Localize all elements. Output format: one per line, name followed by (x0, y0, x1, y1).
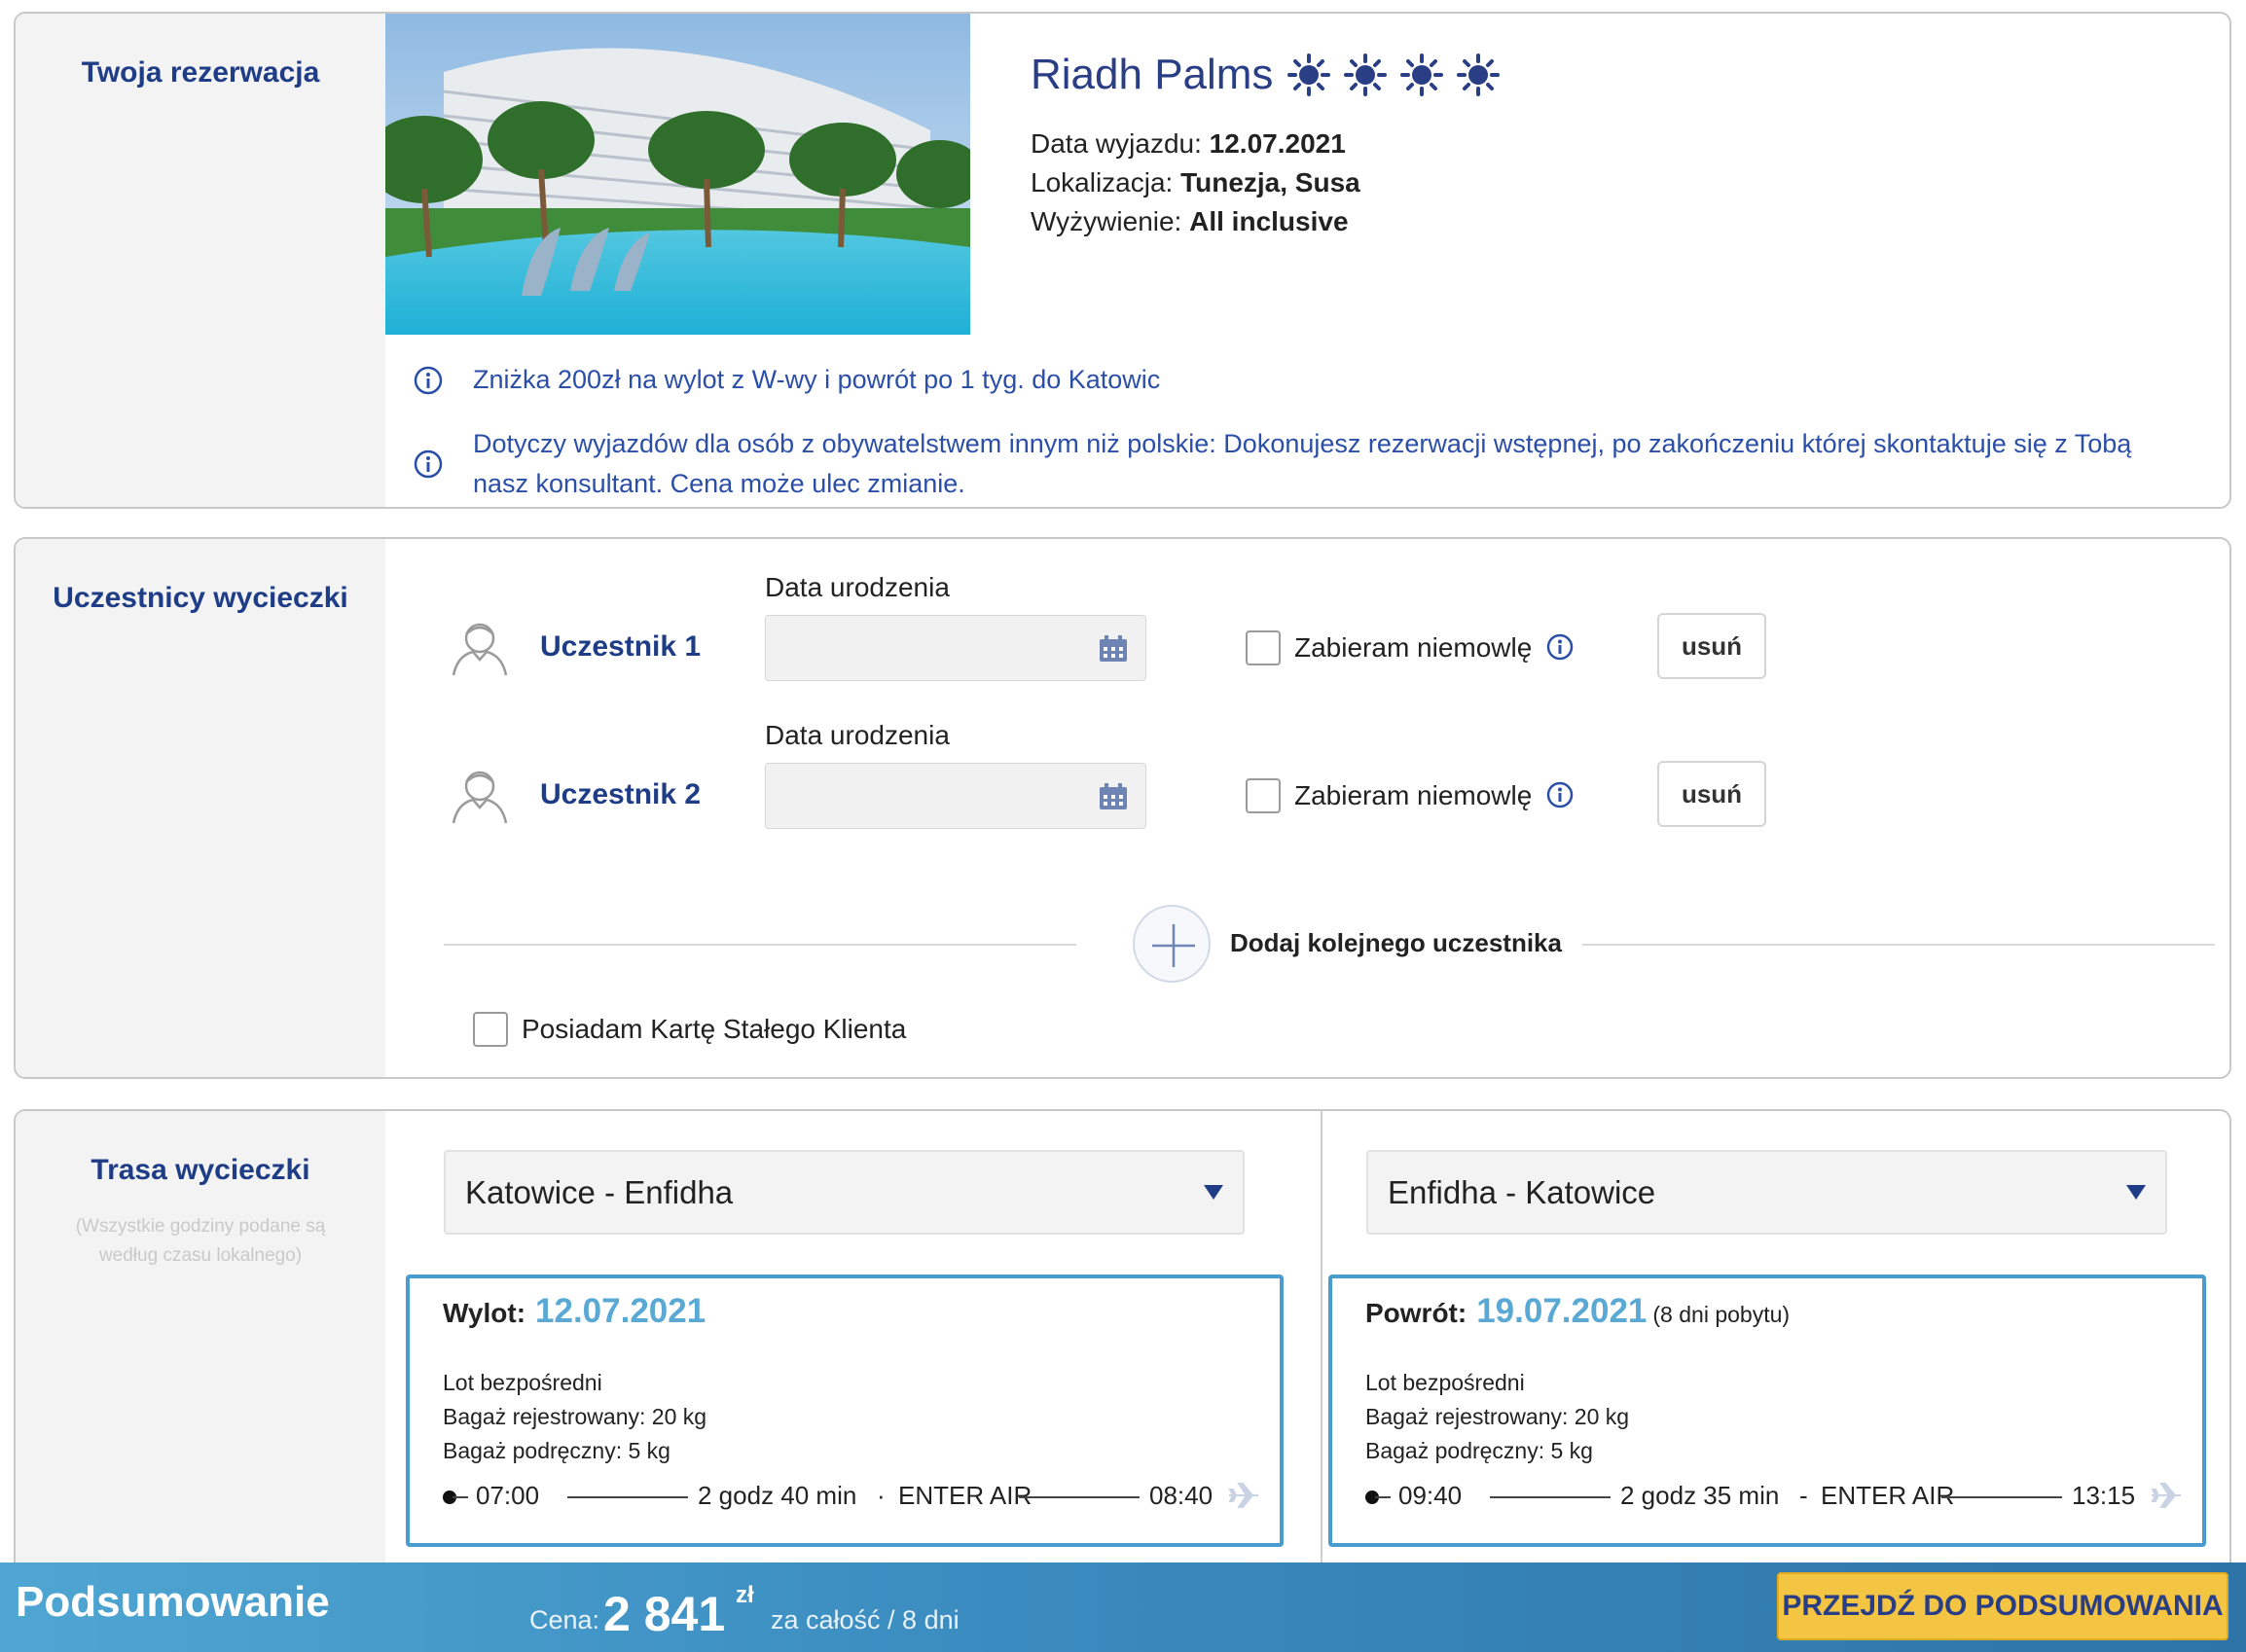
arrival-time: 08:40 (1149, 1481, 1214, 1510)
return-timeline: 09:40 2 godz 35 min - ENTER AIR 13:15 (1365, 1477, 2183, 1512)
return-info: Lot bezpośredni Bagaż rejestrowany: 20 k… (1365, 1370, 1630, 1463)
remove-participant-button[interactable]: usuń (1657, 613, 1766, 679)
participant-row: Uczestnik 2 Data urodzenia Zabieram niem… (385, 720, 2229, 856)
notice-citizenship: Dotyczy wyjazdów dla osób z obywatelstwe… (413, 424, 2164, 504)
hotel-name-text: Riadh Palms (1031, 51, 1274, 98)
participant-row: Uczestnik 1 Data urodzenia Zabieram niem… (385, 572, 2229, 708)
detail-board: Wyżywienie: All inclusive (1031, 206, 1349, 236)
go-to-summary-button[interactable]: PRZEJDŹ DO PODSUMOWANIA (1777, 1572, 2228, 1640)
outbound-info: Lot bezpośredni Bagaż rejestrowany: 20 k… (443, 1370, 707, 1463)
info-icon[interactable] (413, 449, 444, 480)
participants-main: Uczestnik 1 Data urodzenia Zabieram niem… (385, 539, 2229, 1077)
airline: ENTER AIR (1821, 1481, 1955, 1510)
detail-departure: Data wyjazdu: 12.07.2021 (1031, 128, 1346, 159)
hotel-rating (1286, 53, 1501, 97)
price-currency: zł (736, 1582, 754, 1608)
person-icon (452, 623, 508, 676)
reservation-main: Riadh Palms Data wyjazdu: 12.07.2021 Lok… (385, 14, 2229, 507)
summary-bar: Podsumowanie Cena: 2 841 zł za całość / … (0, 1562, 2246, 1652)
reservation-section: Twoja rezerwacja Riadh Palms Data wyjazd… (14, 12, 2231, 509)
route-note: (Wszystkie godziny podane są według czas… (75, 1216, 326, 1266)
loyalty-checkbox[interactable] (473, 1012, 508, 1047)
loyalty-label: Posiadam Kartę Stałego Klienta (522, 1014, 907, 1044)
plane-icon (1228, 1483, 1258, 1508)
divider (444, 944, 1076, 946)
participant-name: Uczestnik 1 (540, 630, 702, 663)
sun-icon (1287, 54, 1331, 96)
flight-duration: 2 godz 35 min (1620, 1481, 1780, 1510)
calendar-icon[interactable] (1099, 783, 1128, 810)
birth-date-input[interactable] (765, 615, 1146, 681)
info-icon[interactable] (413, 365, 444, 396)
plane-icon (2151, 1483, 2181, 1508)
price-suffix: za całość / 8 dni (771, 1605, 960, 1634)
person-icon (452, 771, 508, 824)
hotel-name: Riadh Palms (1031, 51, 1501, 99)
remove-participant-button[interactable]: usuń (1657, 761, 1766, 827)
route-title: Trasa wycieczki (91, 1154, 310, 1186)
calendar-icon[interactable] (1099, 635, 1128, 663)
return-flight-card[interactable]: Powrót: 19.07.2021 (8 dni pobytu) Lot be… (1328, 1275, 2206, 1547)
departure-time: 09:40 (1398, 1481, 1463, 1510)
outbound-flight-card[interactable]: Wylot: 12.07.2021 Lot bezpośredni Bagaż … (406, 1275, 1284, 1547)
sun-icon (1457, 54, 1501, 96)
infant-checkbox[interactable] (1246, 778, 1281, 813)
participants-side: Uczestnicy wycieczki (16, 539, 385, 1077)
detail-location: Lokalizacja: Tunezja, Susa (1031, 167, 1360, 198)
notice-discount: Zniżka 200zł na wylot z W-wy i powrót po… (413, 360, 1160, 400)
flight-duration: 2 godz 40 min (698, 1481, 857, 1510)
booking-page: Twoja rezerwacja Riadh Palms Data wyjazd… (0, 0, 2246, 1652)
infant-label: Zabieram niemowlę (1294, 632, 1533, 663)
reservation-title: Twoja rezerwacja (81, 56, 320, 89)
add-participant-label[interactable]: Dodaj kolejnego uczestnika (1230, 928, 1562, 958)
reservation-side: Twoja rezerwacja (16, 14, 385, 507)
participants-section: Uczestnicy wycieczki Uczestnik 1 Data ur… (14, 537, 2231, 1079)
birth-date-input[interactable] (765, 763, 1146, 829)
birth-date-label: Data urodzenia (765, 720, 950, 750)
info-icon[interactable] (1545, 780, 1575, 809)
departure-time: 07:00 (476, 1481, 540, 1510)
divider (1582, 944, 2215, 946)
outbound-route-select[interactable]: Katowice - Enfidha (444, 1150, 1245, 1235)
caret-down-icon (2126, 1185, 2146, 1200)
participant-name: Uczestnik 2 (540, 778, 702, 810)
birth-date-label: Data urodzenia (765, 572, 950, 602)
hotel-photo (385, 14, 970, 335)
arrival-time: 13:15 (2072, 1481, 2136, 1510)
plus-icon (1152, 924, 1195, 967)
sun-icon (1400, 54, 1444, 96)
add-participant-button[interactable] (1133, 905, 1211, 983)
infant-checkbox[interactable] (1246, 630, 1281, 665)
return-header: Powrót: 19.07.2021 (8 dni pobytu) (1365, 1292, 1791, 1330)
sun-icon (1344, 54, 1388, 96)
outbound-timeline: 07:00 2 godz 40 min · ENTER AIR 08:40 (443, 1477, 1260, 1512)
info-icon[interactable] (1545, 632, 1575, 662)
caret-down-icon (1204, 1185, 1223, 1200)
return-route-select[interactable]: Enfidha - Katowice (1366, 1150, 2167, 1235)
price-label: Cena: (529, 1605, 600, 1634)
participants-title: Uczestnicy wycieczki (53, 582, 348, 614)
price-value: 2 841 (603, 1587, 726, 1641)
infant-label: Zabieram niemowlę (1294, 780, 1533, 810)
summary-title: Podsumowanie (16, 1578, 330, 1626)
outbound-header: Wylot: 12.07.2021 (443, 1292, 706, 1330)
airline: ENTER AIR (898, 1481, 1032, 1510)
